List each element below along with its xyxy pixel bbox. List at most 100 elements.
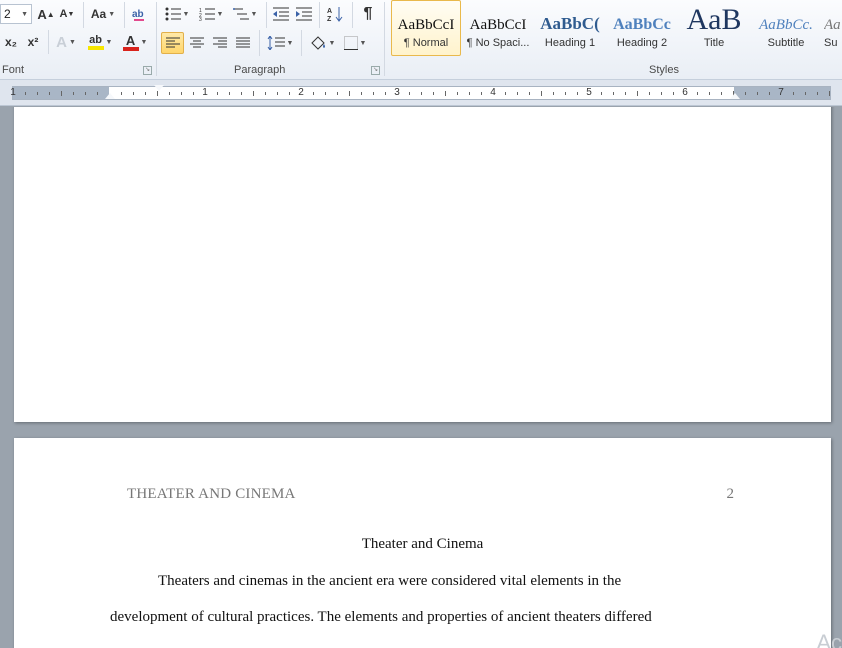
line-spacing-button[interactable]: ▼ bbox=[264, 32, 296, 54]
divider bbox=[156, 2, 157, 76]
first-line-indent-marker[interactable] bbox=[154, 85, 164, 91]
ruler-tick bbox=[97, 92, 98, 95]
divider bbox=[124, 2, 125, 28]
chevron-down-icon[interactable]: ▼ bbox=[21, 11, 28, 18]
decrease-indent-button[interactable] bbox=[270, 4, 292, 24]
right-indent-marker[interactable] bbox=[730, 93, 740, 99]
chevron-down-icon: ▼ bbox=[105, 38, 113, 46]
chevron-down-icon: ▼ bbox=[140, 38, 148, 46]
paint-bucket-icon bbox=[310, 36, 325, 50]
document-area: THEATER AND CINEMA 2 Theater and Cinema … bbox=[0, 107, 842, 648]
hanging-indent-marker[interactable] bbox=[105, 93, 115, 99]
clear-formatting-button[interactable]: ab bbox=[128, 4, 150, 24]
style-name: Heading 2 bbox=[616, 37, 668, 49]
ruler-tick bbox=[421, 92, 422, 95]
ruler-tick bbox=[85, 92, 86, 95]
style-preview: AaBbCcI bbox=[469, 17, 527, 33]
grow-font-button[interactable]: A ▲ bbox=[36, 4, 56, 24]
style-name: Su bbox=[824, 37, 838, 49]
style-name: Subtitle bbox=[767, 37, 805, 49]
show-formatting-button[interactable]: ¶ bbox=[357, 4, 379, 24]
font-color-bar bbox=[122, 46, 139, 51]
style-normal[interactable]: AaBbCcI ¶ Normal bbox=[391, 0, 461, 56]
clear-formatting-icon: ab bbox=[132, 9, 144, 21]
align-right-icon bbox=[213, 37, 227, 48]
style-preview: AaBbCc bbox=[613, 16, 671, 33]
highlight-button[interactable]: ab ▼ bbox=[84, 32, 116, 52]
ruler-tick bbox=[445, 91, 446, 96]
style-heading-2[interactable]: AaBbCc Heading 2 bbox=[607, 0, 677, 56]
font-group-label: Font bbox=[2, 64, 25, 76]
ruler-tick bbox=[289, 92, 290, 95]
style-subtle-emphasis[interactable]: Aa Su bbox=[823, 0, 842, 56]
style-subtitle[interactable]: AaBbCc. Subtitle bbox=[751, 0, 821, 56]
page-2[interactable]: THEATER AND CINEMA 2 Theater and Cinema … bbox=[14, 438, 831, 648]
ruler-tick bbox=[469, 92, 470, 95]
numbering-button[interactable]: 1 2 3 ▼ bbox=[196, 4, 226, 24]
increase-indent-icon bbox=[296, 7, 312, 21]
ruler-number: 5 bbox=[586, 87, 592, 98]
style-name: ¶ No Spaci... bbox=[466, 37, 530, 49]
align-center-button[interactable] bbox=[186, 32, 208, 54]
styles-group-label: Styles bbox=[649, 64, 679, 76]
font-dialog-launcher-icon[interactable]: ↘ bbox=[143, 66, 152, 75]
multilevel-list-button[interactable]: ▼ bbox=[230, 4, 260, 24]
shrink-font-button[interactable]: A ▼ bbox=[58, 4, 76, 24]
body-line: development of cultural practices. The e… bbox=[110, 609, 652, 625]
borders-button[interactable]: ▼ bbox=[340, 32, 370, 54]
chevron-down-icon: ▼ bbox=[68, 38, 76, 46]
align-right-button[interactable] bbox=[209, 32, 231, 54]
superscript-button[interactable]: x² bbox=[22, 32, 44, 52]
page-number: 2 bbox=[726, 486, 735, 502]
chevron-down-icon: ▼ bbox=[359, 39, 367, 47]
style-no-spacing[interactable]: AaBbCcI ¶ No Spaci... bbox=[463, 0, 533, 56]
activation-watermark: Ac bbox=[816, 630, 842, 648]
divider bbox=[352, 2, 353, 28]
style-preview: Aa bbox=[824, 17, 841, 33]
ruler-tick bbox=[697, 92, 698, 95]
ribbon: 2 ▼ A ▲ A ▼ Aa ▼ ab x₂ x² A ▼ ab ▼ A ▼ Font … bbox=[0, 0, 842, 80]
change-case-button[interactable]: Aa ▼ bbox=[88, 4, 118, 24]
align-left-button[interactable] bbox=[161, 32, 184, 54]
font-color-button[interactable]: A ▼ bbox=[120, 32, 150, 52]
ruler-tick bbox=[745, 92, 746, 95]
ruler-tick bbox=[553, 92, 554, 95]
borders-icon bbox=[343, 36, 358, 50]
ruler-tick bbox=[577, 92, 578, 95]
ruler-tick bbox=[133, 92, 134, 95]
shading-button[interactable]: ▼ bbox=[306, 32, 338, 54]
ruler-number: 7 bbox=[778, 87, 784, 98]
horizontal-ruler[interactable]: 1 1 2 3 4 5 6 7 bbox=[10, 85, 831, 100]
increase-indent-button[interactable] bbox=[293, 4, 315, 24]
ruler-tick bbox=[313, 92, 314, 95]
divider bbox=[319, 2, 320, 28]
divider bbox=[48, 30, 49, 54]
ruler-tick bbox=[409, 92, 410, 95]
sort-button[interactable]: AZ bbox=[324, 4, 346, 24]
caret-up-icon: ▲ bbox=[46, 9, 55, 19]
ruler-tick bbox=[613, 92, 614, 95]
paragraph-dialog-launcher-icon[interactable]: ↘ bbox=[371, 66, 380, 75]
ruler-tick bbox=[61, 91, 62, 96]
font-size-field[interactable]: 2 ▼ bbox=[0, 4, 32, 24]
justify-button[interactable] bbox=[232, 32, 254, 54]
subscript-button[interactable]: x₂ bbox=[0, 32, 22, 52]
ruler-tick bbox=[37, 92, 38, 95]
chevron-down-icon: ▼ bbox=[250, 10, 258, 18]
style-name: ¶ Normal bbox=[403, 37, 449, 49]
chevron-down-icon: ▼ bbox=[286, 39, 294, 47]
ruler-tick bbox=[181, 92, 182, 95]
ruler-tick bbox=[349, 91, 350, 96]
bullets-button[interactable]: ▼ bbox=[162, 4, 192, 24]
divider bbox=[301, 30, 302, 56]
style-heading-1[interactable]: AaBbC( Heading 1 bbox=[535, 0, 605, 56]
ruler-tick bbox=[661, 92, 662, 95]
divider bbox=[266, 2, 267, 28]
page-1[interactable] bbox=[14, 107, 831, 422]
ruler-tick bbox=[385, 92, 386, 95]
ruler-tick bbox=[325, 92, 326, 95]
text-effects-button[interactable]: A ▼ bbox=[54, 32, 78, 52]
ruler-tick bbox=[829, 91, 830, 96]
style-title[interactable]: AaB Title bbox=[679, 0, 749, 56]
ruler-tick bbox=[169, 92, 170, 95]
